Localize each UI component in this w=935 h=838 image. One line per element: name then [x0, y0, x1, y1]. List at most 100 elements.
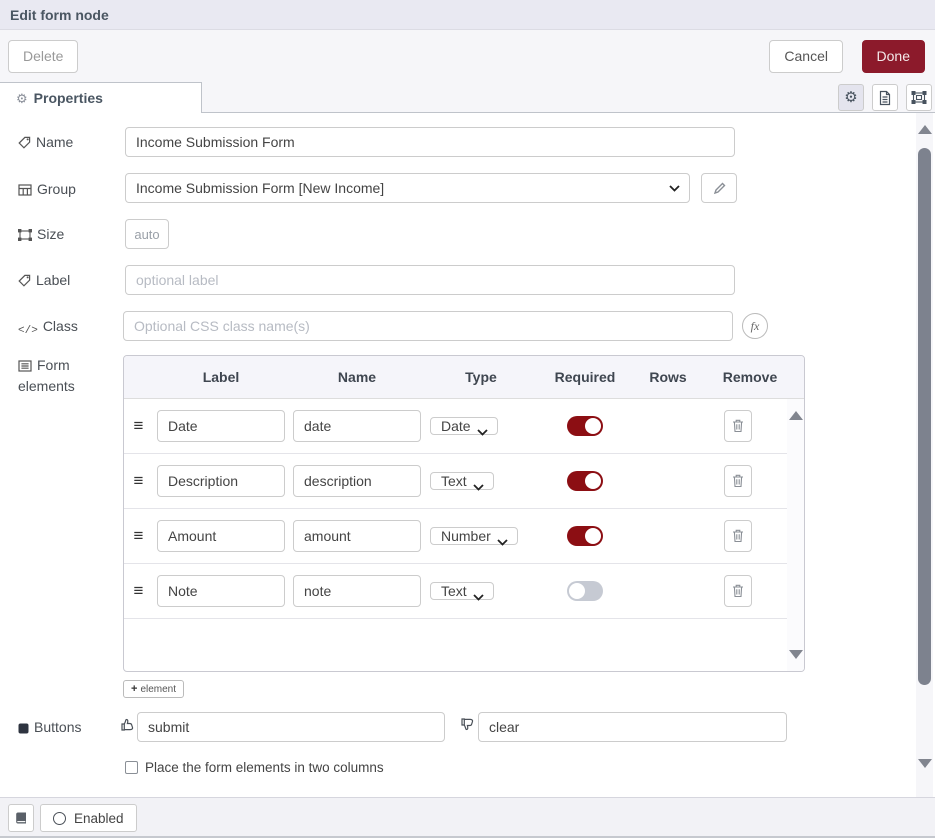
required-toggle[interactable]: [567, 471, 603, 491]
tab-properties[interactable]: ⚙Properties: [0, 82, 202, 113]
form-element-row: ≡ Text: [124, 564, 804, 619]
class-input[interactable]: [123, 311, 733, 341]
table-icon: [18, 184, 32, 196]
element-label-input[interactable]: [157, 520, 285, 552]
element-type-select[interactable]: Text: [430, 582, 494, 600]
add-element-button[interactable]: + element: [123, 680, 184, 698]
element-type-value: Text: [441, 473, 467, 489]
appearance-icon: [911, 90, 927, 105]
list-alt-icon: [18, 360, 32, 372]
element-name-input[interactable]: [293, 575, 421, 607]
element-label-input[interactable]: [157, 575, 285, 607]
delete-button[interactable]: Delete: [8, 40, 78, 73]
form-element-row: ≡ Number: [124, 509, 804, 564]
required-toggle[interactable]: [567, 581, 603, 601]
drag-handle-icon[interactable]: ≡: [124, 471, 153, 491]
properties-form: Name Group Income Submission Form [New I…: [0, 113, 935, 797]
chevron-down-icon: [473, 594, 484, 601]
element-name-input[interactable]: [293, 410, 421, 442]
dialog-title: Edit form node: [0, 0, 935, 30]
scroll-down-arrow-icon[interactable]: [789, 650, 803, 659]
delete-element-button[interactable]: [724, 520, 752, 552]
scrollbar-thumb[interactable]: [918, 148, 931, 685]
element-type-select[interactable]: Date: [430, 417, 498, 435]
two-columns-option: Place the form elements in two columns: [125, 760, 384, 775]
element-type-select[interactable]: Text: [430, 472, 494, 490]
code-icon: </>: [18, 325, 38, 337]
edit-group-button[interactable]: [701, 173, 737, 203]
chevron-down-icon: [477, 429, 488, 436]
element-type-value: Text: [441, 583, 467, 599]
trash-icon: [732, 584, 744, 598]
dialog-footer: Enabled: [0, 797, 935, 838]
scroll-up-arrow-icon[interactable]: [789, 411, 803, 420]
table-scrollbar[interactable]: [787, 399, 804, 671]
pencil-icon: [713, 182, 726, 195]
element-label-input[interactable]: [157, 410, 285, 442]
element-type-value: Date: [441, 418, 471, 434]
clear-button-text-input[interactable]: [478, 712, 787, 742]
trash-icon: [732, 474, 744, 488]
group-select[interactable]: Income Submission Form [New Income]: [125, 173, 690, 203]
form-elements-table-header: Label Name Type Required Rows Remove: [124, 356, 804, 399]
two-columns-checkbox[interactable]: [125, 761, 138, 774]
name-input[interactable]: [125, 127, 735, 157]
fx-icon: fx: [751, 319, 760, 334]
element-label-input[interactable]: [157, 465, 285, 497]
form-elements-field-label: Form elements: [18, 357, 75, 394]
column-header-remove: Remove: [703, 369, 797, 385]
size-button[interactable]: auto: [125, 219, 169, 249]
delete-element-button[interactable]: [724, 575, 752, 607]
element-name-input[interactable]: [293, 520, 421, 552]
node-help-button[interactable]: [8, 804, 34, 832]
delete-element-button[interactable]: [724, 410, 752, 442]
gear-icon: ⚙: [16, 92, 28, 107]
node-enabled-toggle-button[interactable]: Enabled: [40, 804, 137, 832]
submit-button-text-input[interactable]: [137, 712, 445, 742]
description-button[interactable]: [872, 84, 898, 111]
delete-element-button[interactable]: [724, 465, 752, 497]
edit-form-node-dialog: Edit form node Delete Cancel Done ⚙Prope…: [0, 0, 935, 838]
class-field-label: </>Class: [18, 318, 78, 337]
square-icon: [18, 723, 29, 734]
drag-handle-icon[interactable]: ≡: [124, 416, 153, 436]
appearance-button[interactable]: [906, 84, 932, 111]
form-element-row: ≡ Text: [124, 454, 804, 509]
thumbs-down-icon: [460, 717, 475, 732]
chevron-down-icon: [473, 484, 484, 491]
cancel-button[interactable]: Cancel: [769, 40, 843, 73]
element-type-value: Number: [441, 528, 491, 544]
book-icon: [14, 811, 28, 825]
required-toggle[interactable]: [567, 416, 603, 436]
column-header-required: Required: [537, 369, 633, 385]
drag-handle-icon[interactable]: ≡: [124, 581, 153, 601]
column-header-name: Name: [289, 369, 425, 385]
chevron-down-icon: [669, 185, 680, 192]
column-header-rows: Rows: [633, 369, 703, 385]
dialog-button-bar: Delete Cancel Done: [0, 30, 935, 82]
properties-gear-button[interactable]: ⚙: [838, 84, 864, 111]
style-expression-button[interactable]: fx: [742, 313, 768, 339]
group-field-label: Group: [18, 181, 76, 197]
column-header-type: Type: [425, 369, 537, 385]
scroll-down-arrow-icon[interactable]: [918, 759, 932, 768]
label-input[interactable]: [125, 265, 735, 295]
done-button[interactable]: Done: [862, 40, 925, 73]
form-elements-table: Label Name Type Required Rows Remove ≡ D…: [123, 355, 805, 672]
scroll-up-arrow-icon[interactable]: [918, 125, 932, 134]
gear-icon: ⚙: [844, 90, 857, 105]
element-type-select[interactable]: Number: [430, 527, 518, 545]
editor-tab-bar: ⚙Properties ⚙: [0, 82, 935, 113]
enabled-label: Enabled: [74, 811, 124, 826]
column-header-label: Label: [153, 369, 289, 385]
plus-icon: +: [131, 683, 137, 695]
main-scrollbar[interactable]: [916, 113, 933, 797]
tag-icon: [18, 274, 31, 287]
drag-handle-icon[interactable]: ≡: [124, 526, 153, 546]
required-toggle[interactable]: [567, 526, 603, 546]
enabled-circle-icon: [53, 812, 66, 825]
form-elements-rows: ≡ Date ≡: [124, 399, 804, 671]
element-name-input[interactable]: [293, 465, 421, 497]
trash-icon: [732, 419, 744, 433]
group-select-value: Income Submission Form [New Income]: [136, 180, 384, 196]
